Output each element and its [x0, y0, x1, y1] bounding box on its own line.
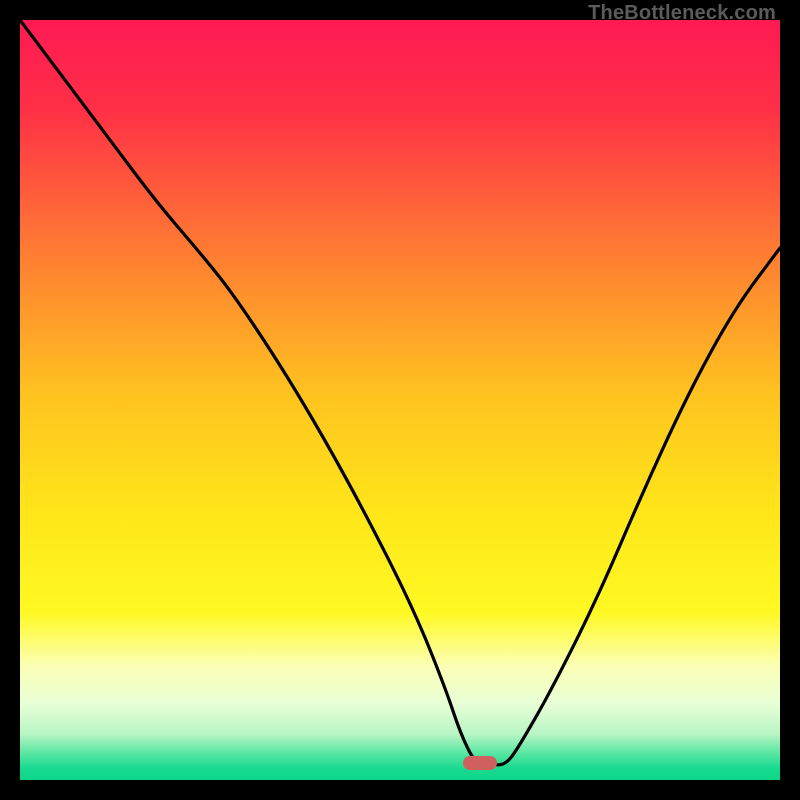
watermark-text: TheBottleneck.com — [588, 2, 776, 25]
optimal-marker — [463, 756, 497, 770]
background-gradient — [20, 20, 780, 780]
chart-frame: TheBottleneck.com — [0, 0, 800, 800]
plot-area — [20, 20, 780, 780]
